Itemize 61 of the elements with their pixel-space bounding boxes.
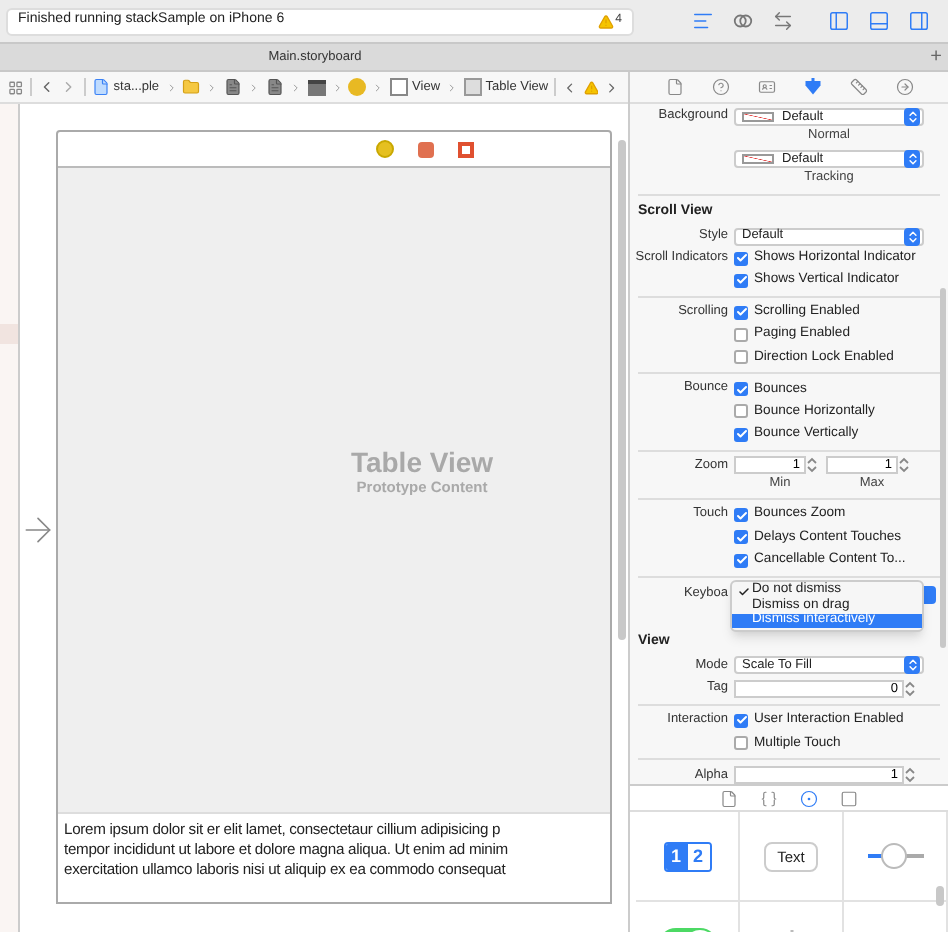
stepper-icon (806, 456, 818, 475)
warning-icon (597, 13, 614, 29)
chevron-icon (446, 81, 458, 93)
checkmark-icon (738, 585, 750, 598)
checkmark-icon (735, 383, 747, 396)
document-icon (265, 78, 284, 96)
popup-arrows-icon (904, 227, 920, 245)
stepper-icon (904, 679, 916, 698)
slider-icon (865, 842, 925, 870)
document-icon (224, 78, 243, 96)
popup-arrows-icon (904, 150, 920, 168)
stepper-icon (898, 456, 910, 475)
popup-arrows-icon (904, 108, 920, 126)
controller-icon (348, 78, 367, 96)
table-title: Table View (350, 445, 494, 477)
exit-icon (458, 141, 474, 157)
chevron-icon (331, 81, 343, 93)
chevron-icon (372, 81, 385, 93)
ruler-icon (849, 78, 867, 96)
right-panel-icon (907, 10, 929, 32)
chevron-icon (248, 81, 260, 93)
previous-issue-icon[interactable] (562, 79, 578, 95)
segment[interactable]: 2 (687, 843, 709, 869)
controller-icon (376, 140, 394, 158)
circle-icon (800, 789, 818, 807)
checkmark-icon (735, 714, 747, 727)
square-icon (840, 789, 858, 807)
help-icon (711, 78, 729, 96)
segmented-control[interactable]: 1 2 (663, 841, 711, 871)
left-panel-icon (827, 10, 849, 32)
path-item[interactable] (224, 78, 243, 96)
arrow-circle-icon (895, 78, 913, 96)
path-item[interactable] (307, 79, 326, 95)
scene-icon (307, 79, 326, 95)
cube-icon (418, 141, 434, 157)
two-circles-icon (731, 10, 753, 32)
chevron-icon (206, 81, 219, 93)
checkmark-icon (735, 306, 747, 319)
file-icon (91, 78, 110, 96)
chevron-icon (289, 81, 302, 93)
bottom-panel-icon (867, 10, 889, 32)
grid-icon (8, 79, 24, 95)
lines-icon (691, 10, 713, 32)
popup-arrows-icon (904, 656, 920, 675)
file-icon (720, 789, 738, 807)
stepper-icon (904, 766, 916, 784)
file-icon (665, 78, 683, 96)
arrows-icon (771, 10, 793, 32)
segment[interactable]: 1 (665, 843, 687, 869)
library-cell[interactable]: 1 2 (636, 812, 740, 902)
checkmark-icon (735, 428, 747, 441)
braces-icon (760, 789, 778, 807)
add-tab-button[interactable]: + (930, 47, 942, 67)
warning-icon (583, 79, 599, 95)
folder-icon (182, 78, 201, 96)
path-item[interactable] (265, 78, 284, 96)
table-view-icon (463, 78, 482, 96)
view-icon (390, 78, 409, 96)
card-icon (757, 78, 775, 96)
chevron-icon (165, 81, 177, 93)
shield-icon (803, 78, 821, 96)
